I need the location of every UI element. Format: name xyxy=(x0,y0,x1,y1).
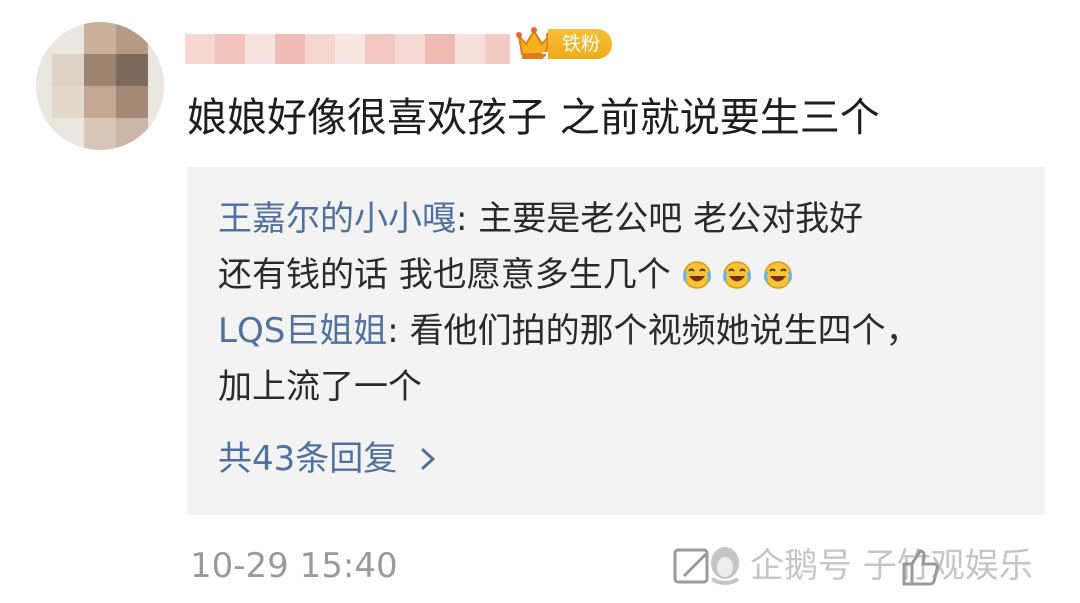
reply-text-continued: 还有钱的话 我也愿意多生几个 xyxy=(218,255,682,295)
laugh-cry-emoji-icon xyxy=(764,261,793,289)
reply-item[interactable]: LQS巨姐姐: 看他们拍的那个视频她说生四个， 加上流了一个 xyxy=(218,303,1018,415)
watermark: 企鹅号 子竹观娱乐 xyxy=(700,538,1033,594)
laugh-cry-emoji-icon xyxy=(682,261,711,289)
view-all-replies-link[interactable]: 共43条回复 xyxy=(218,429,439,489)
reply-author[interactable]: 王嘉尔的小小嘎 xyxy=(218,199,456,239)
username-blurred[interactable] xyxy=(185,26,510,70)
laugh-cry-emoji-icon xyxy=(723,261,752,289)
reply-separator: : xyxy=(456,199,468,239)
avatar[interactable] xyxy=(36,22,164,150)
chevron-right-icon xyxy=(421,448,435,470)
badge-label: 铁粉 xyxy=(548,29,613,59)
fan-badge[interactable]: 2 铁粉 xyxy=(514,24,613,64)
reply-text: 看他们拍的那个视频她说生四个， xyxy=(398,311,920,351)
reply-preview-box[interactable]: 王嘉尔的小小嘎: 主要是老公吧 老公对我好 还有钱的话 我也愿意多生几个 LQS… xyxy=(187,167,1045,515)
comment-timestamp: 10-29 15:40 xyxy=(190,546,398,586)
comment-text: 娘娘好像很喜欢孩子 之前就说要生三个 xyxy=(187,95,880,141)
reply-text: 主要是老公吧 老公对我好 xyxy=(467,199,864,239)
watermark-text: 企鹅号 子竹观娱乐 xyxy=(750,546,1033,586)
reply-text-continued: 加上流了一个 xyxy=(218,367,422,407)
penguin-logo-icon xyxy=(710,547,740,585)
more-replies-label: 共43条回复 xyxy=(218,439,398,479)
reply-item[interactable]: 王嘉尔的小小嘎: 主要是老公吧 老公对我好 还有钱的话 我也愿意多生几个 xyxy=(218,191,1018,303)
reply-author[interactable]: LQS巨姐姐 xyxy=(218,311,387,351)
reply-separator: : xyxy=(387,311,399,351)
